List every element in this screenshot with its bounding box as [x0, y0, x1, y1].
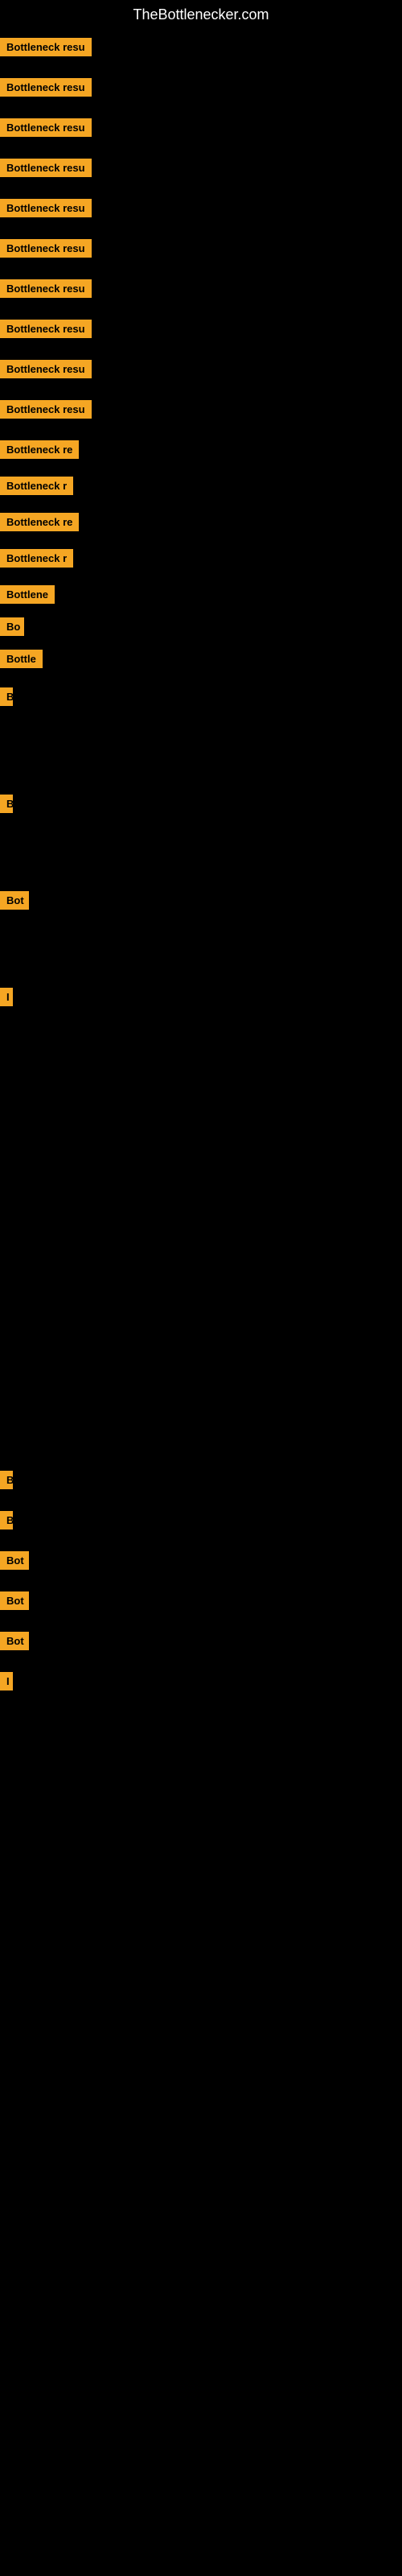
bottleneck-item-4: Bottleneck resu	[0, 199, 92, 221]
bottleneck-badge-9[interactable]: Bottleneck resu	[0, 400, 92, 419]
bottleneck-item-6: Bottleneck resu	[0, 279, 92, 302]
bottleneck-badge-17[interactable]: B	[0, 687, 13, 706]
bottleneck-item-23: Bot	[0, 1551, 29, 1574]
bottleneck-badge-6[interactable]: Bottleneck resu	[0, 279, 92, 298]
bottleneck-item-18: B	[0, 795, 13, 817]
bottleneck-item-26: I	[0, 1672, 13, 1695]
bottleneck-item-12: Bottleneck re	[0, 513, 79, 535]
bottleneck-item-7: Bottleneck resu	[0, 320, 92, 342]
bottleneck-badge-16[interactable]: Bottle	[0, 650, 43, 668]
bottleneck-badge-24[interactable]: Bot	[0, 1591, 29, 1610]
bottleneck-item-1: Bottleneck resu	[0, 78, 92, 101]
bottleneck-badge-1[interactable]: Bottleneck resu	[0, 78, 92, 97]
bottleneck-badge-3[interactable]: Bottleneck resu	[0, 159, 92, 177]
bottleneck-badge-0[interactable]: Bottleneck resu	[0, 38, 92, 56]
bottleneck-badge-14[interactable]: Bottlene	[0, 585, 55, 604]
bottleneck-badge-8[interactable]: Bottleneck resu	[0, 360, 92, 378]
bottleneck-item-3: Bottleneck resu	[0, 159, 92, 181]
bottleneck-badge-26[interactable]: I	[0, 1672, 13, 1690]
bottleneck-item-2: Bottleneck resu	[0, 118, 92, 141]
bottleneck-badge-18[interactable]: B	[0, 795, 13, 813]
bottleneck-item-10: Bottleneck re	[0, 440, 79, 463]
bottleneck-badge-20[interactable]: I	[0, 988, 13, 1006]
bottleneck-badge-4[interactable]: Bottleneck resu	[0, 199, 92, 217]
bottleneck-item-24: Bot	[0, 1591, 29, 1614]
bottleneck-badge-19[interactable]: Bot	[0, 891, 29, 910]
bottleneck-item-25: Bot	[0, 1632, 29, 1654]
bottleneck-item-15: Bo	[0, 617, 24, 640]
bottleneck-badge-22[interactable]: B	[0, 1511, 13, 1530]
bottleneck-item-17: B	[0, 687, 13, 710]
bottleneck-badge-11[interactable]: Bottleneck r	[0, 477, 73, 495]
bottleneck-item-8: Bottleneck resu	[0, 360, 92, 382]
bottleneck-badge-23[interactable]: Bot	[0, 1551, 29, 1570]
bottleneck-badge-12[interactable]: Bottleneck re	[0, 513, 79, 531]
bottleneck-item-0: Bottleneck resu	[0, 38, 92, 60]
bottleneck-badge-15[interactable]: Bo	[0, 617, 24, 636]
bottleneck-badge-13[interactable]: Bottleneck r	[0, 549, 73, 568]
bottleneck-item-5: Bottleneck resu	[0, 239, 92, 262]
bottleneck-item-19: Bot	[0, 891, 29, 914]
bottleneck-badge-7[interactable]: Bottleneck resu	[0, 320, 92, 338]
site-title: TheBottlenecker.com	[0, 0, 402, 30]
bottleneck-badge-5[interactable]: Bottleneck resu	[0, 239, 92, 258]
items-container: Bottleneck resu Bottleneck resu Bottleneck…	[0, 30, 402, 2566]
bottleneck-item-9: Bottleneck resu	[0, 400, 92, 423]
bottleneck-badge-2[interactable]: Bottleneck resu	[0, 118, 92, 137]
bottleneck-badge-25[interactable]: Bot	[0, 1632, 29, 1650]
bottleneck-item-13: Bottleneck r	[0, 549, 73, 572]
bottleneck-item-21: B	[0, 1471, 13, 1493]
bottleneck-item-14: Bottlene	[0, 585, 55, 608]
bottleneck-badge-21[interactable]: B	[0, 1471, 13, 1489]
bottleneck-item-20: I	[0, 988, 13, 1010]
bottleneck-item-11: Bottleneck r	[0, 477, 73, 499]
bottleneck-item-16: Bottle	[0, 650, 43, 672]
bottleneck-item-22: B	[0, 1511, 13, 1534]
bottleneck-badge-10[interactable]: Bottleneck re	[0, 440, 79, 459]
